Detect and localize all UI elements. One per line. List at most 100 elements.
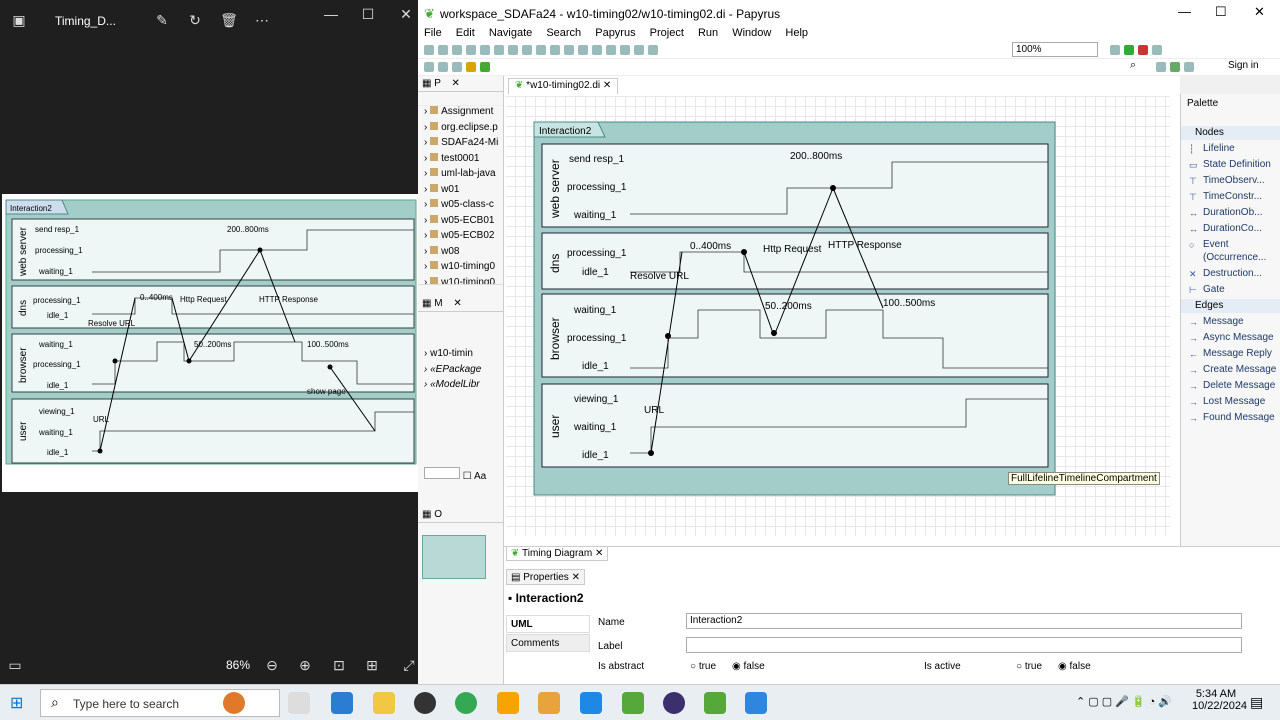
palette-gate[interactable]: ⊢ Gate: [1181, 283, 1280, 296]
copy-icon[interactable]: [508, 45, 518, 55]
label-field[interactable]: [686, 637, 1242, 653]
palette-async-message[interactable]: → Async Message: [1181, 331, 1280, 344]
route-icon[interactable]: [606, 45, 616, 55]
actual-size-icon[interactable]: ⊞: [361, 654, 383, 676]
diagram-canvas[interactable]: Interaction2 web server dns browser user…: [506, 96, 1170, 536]
properties-tab[interactable]: ▤ Properties ✕: [506, 569, 585, 585]
minimize-icon[interactable]: —: [1178, 4, 1191, 19]
tree-item[interactable]: › w05-ECB02: [418, 230, 503, 246]
editor-tab[interactable]: ❦ *w10-timing02.di ✕: [508, 78, 619, 94]
menu-help[interactable]: Help: [785, 27, 808, 39]
sign-in-link[interactable]: Sign in: [1228, 60, 1259, 71]
pin-icon[interactable]: [452, 62, 462, 72]
palette-time-observation[interactable]: ⊤ TimeObserv...: [1181, 174, 1280, 187]
fill-color-icon[interactable]: [550, 45, 560, 55]
filter-input[interactable]: [424, 466, 460, 479]
chrome-icon[interactable]: [455, 692, 477, 714]
papyrus-taskbar-icon[interactable]: [622, 692, 644, 714]
redo-icon[interactable]: [480, 45, 490, 55]
palette-create-message[interactable]: → Create Message: [1181, 363, 1280, 376]
tree-item[interactable]: › org.eclipse.p: [418, 121, 503, 138]
outline-thumbnail[interactable]: [422, 534, 486, 579]
zoom-in-icon[interactable]: ⊕: [294, 654, 316, 676]
minimize-icon[interactable]: —: [320, 3, 342, 25]
tree-item[interactable]: › uml-lab-java: [418, 168, 503, 184]
undo-icon[interactable]: [466, 45, 476, 55]
tree-item[interactable]: › Assignment: [418, 106, 503, 122]
run-icon[interactable]: [1124, 45, 1134, 55]
debug-icon[interactable]: [1110, 45, 1120, 55]
eclipse-icon[interactable]: [663, 692, 685, 714]
new-icon[interactable]: [424, 45, 434, 55]
mail-icon[interactable]: [331, 692, 353, 714]
java-perspective-icon[interactable]: [1184, 62, 1194, 72]
cut-icon[interactable]: [494, 45, 504, 55]
tray-icons[interactable]: ⌃ ▢ ▢ 🎤 🔋 ◔ 🔊: [1076, 695, 1172, 708]
fit-icon[interactable]: ⊡: [328, 654, 350, 676]
maximize-icon[interactable]: ☐: [357, 3, 379, 25]
external-tools-icon[interactable]: [1138, 45, 1148, 55]
zoom-combo[interactable]: 100%: [1012, 42, 1098, 57]
is-abstract-false-radio[interactable]: ◉ false: [732, 661, 765, 672]
palette-duration-constraint[interactable]: ↔ DurationCo...: [1181, 222, 1280, 235]
section-comments[interactable]: Comments: [506, 634, 590, 652]
palette-event[interactable]: ○ Event (Occurrence...: [1181, 238, 1280, 264]
palette-nodes-header[interactable]: Nodes: [1181, 126, 1280, 140]
filter-icon[interactable]: [620, 45, 630, 55]
delete-icon[interactable]: 🗑: [218, 9, 240, 31]
is-active-false-radio[interactable]: ◉ false: [1058, 661, 1091, 672]
photos-icon[interactable]: [745, 692, 767, 714]
tree-item[interactable]: › w01: [418, 183, 503, 200]
nav-forward-icon[interactable]: [438, 62, 448, 72]
arrange-icon[interactable]: [592, 45, 602, 55]
app-icon[interactable]: [580, 692, 602, 714]
papyrus-perspective-icon[interactable]: [1170, 62, 1180, 72]
tree-item[interactable]: › w10-timing0: [418, 261, 503, 277]
windows-start-icon[interactable]: ⊞: [10, 693, 23, 713]
palette-message-reply[interactable]: ← Message Reply: [1181, 347, 1280, 360]
menu-run[interactable]: Run: [698, 27, 718, 39]
edit-icon[interactable]: ✎: [151, 9, 173, 31]
taskbar-search[interactable]: ⌕ Type here to search: [40, 689, 280, 717]
zoom-out-icon[interactable]: ⊖: [261, 654, 283, 676]
papyrus-taskbar-icon[interactable]: [704, 692, 726, 714]
palette-destruction[interactable]: ✕ Destruction...: [1181, 267, 1280, 280]
menu-project[interactable]: Project: [650, 27, 684, 39]
menu-window[interactable]: Window: [732, 27, 771, 39]
menu-papyrus[interactable]: Papyrus: [595, 27, 635, 39]
palette-lost-message[interactable]: → Lost Message: [1181, 395, 1280, 408]
search-icon[interactable]: ⌕: [1130, 59, 1136, 72]
tree-item[interactable]: › w08: [418, 245, 503, 262]
task-icon[interactable]: [1152, 45, 1162, 55]
next-edit-icon[interactable]: [480, 62, 490, 72]
filmstrip-icon[interactable]: ▭: [4, 654, 26, 676]
project-explorer-tab[interactable]: ▦ P ✕: [418, 76, 503, 92]
palette-delete-message[interactable]: → Delete Message: [1181, 379, 1280, 392]
palette-duration-observation[interactable]: ↔ DurationOb...: [1181, 206, 1280, 219]
palette-message[interactable]: → Message: [1181, 315, 1280, 328]
paste-icon[interactable]: [522, 45, 532, 55]
line-color-icon[interactable]: [564, 45, 574, 55]
is-abstract-true-radio[interactable]: ○ true: [690, 661, 716, 672]
rotate-icon[interactable]: ↻: [184, 9, 206, 31]
tree-item[interactable]: › test0001: [418, 152, 503, 169]
palette-lifeline[interactable]: ┆ Lifeline: [1181, 142, 1280, 155]
model-tree-item[interactable]: › «ModelLibr: [418, 379, 503, 395]
save-icon[interactable]: [438, 45, 448, 55]
sublime-icon[interactable]: [497, 692, 519, 714]
clock[interactable]: 5:34 AM 10/22/2024: [1192, 688, 1247, 712]
obs-icon[interactable]: [414, 692, 436, 714]
palette-edges-header[interactable]: Edges: [1181, 299, 1280, 313]
tree-item[interactable]: › w10-timing0: [418, 276, 503, 284]
palette-state-definition[interactable]: ▭ State Definition: [1181, 158, 1280, 171]
explorer-scrollbar[interactable]: [418, 284, 503, 296]
menu-navigate[interactable]: Navigate: [489, 27, 532, 39]
task-view-icon[interactable]: [288, 692, 310, 714]
tree-item[interactable]: › w05-class-c: [418, 199, 503, 215]
palette-found-message[interactable]: → Found Message: [1181, 411, 1280, 424]
notification-icon[interactable]: ▤: [1250, 694, 1263, 711]
save-all-icon[interactable]: [452, 45, 462, 55]
close-icon[interactable]: ✕: [1254, 4, 1265, 20]
prev-edit-icon[interactable]: [466, 62, 476, 72]
fullscreen-icon[interactable]: ⤢: [398, 654, 420, 676]
